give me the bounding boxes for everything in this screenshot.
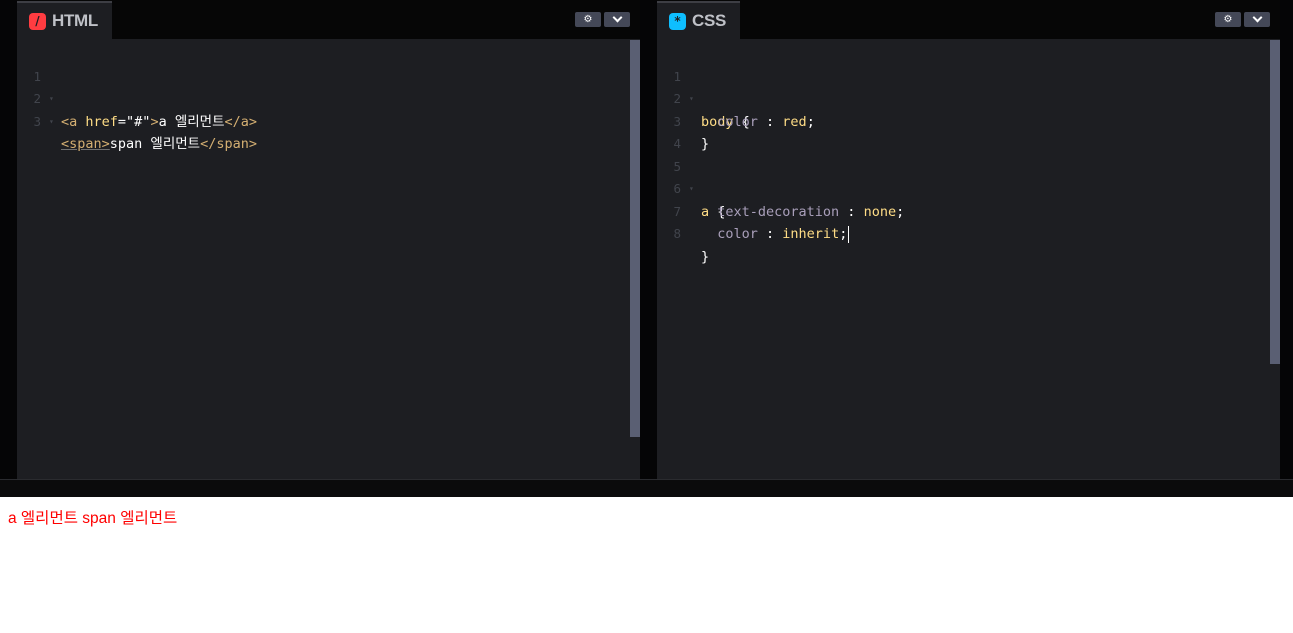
- resize-handle[interactable]: [0, 479, 1293, 497]
- code-text: color : inherit;: [701, 225, 850, 243]
- text-cursor: [848, 225, 850, 243]
- chevron-down-icon: [612, 12, 622, 23]
- css-settings-button[interactable]: ⚙: [1215, 12, 1241, 27]
- line-number: 3: [33, 113, 41, 129]
- editor-area: / HTML ⚙ 1 ▾ <a href="#">a 엘리먼트</a> 2 ▾ …: [0, 0, 1293, 479]
- tab-css-label: CSS: [692, 11, 727, 30]
- html-slash-icon: /: [29, 12, 46, 30]
- css-editor-panel: * CSS ⚙ 1 ▾ body { 2 color : red; 3} 4 …: [657, 0, 1280, 479]
- tab-html[interactable]: / HTML: [17, 1, 113, 39]
- html-scrollbar[interactable]: [630, 40, 640, 437]
- code-text: }: [701, 248, 710, 265]
- tab-css[interactable]: * CSS: [657, 1, 741, 39]
- code-line: 1 ▾ body {: [657, 43, 1270, 130]
- css-scrollbar[interactable]: [1270, 40, 1280, 364]
- code-line: 8 }: [657, 201, 1270, 265]
- code-text: <span>span 엘리먼트</span>: [61, 136, 258, 152]
- code-line: 5 ▾ a {: [657, 133, 1270, 220]
- css-panel-header: * CSS ⚙: [657, 0, 1280, 39]
- html-dropdown-button[interactable]: [604, 12, 630, 27]
- html-code-editor[interactable]: 1 ▾ <a href="#">a 엘리먼트</a> 2 ▾ <span>spa…: [17, 43, 630, 479]
- html-editor-panel: / HTML ⚙ 1 ▾ <a href="#">a 엘리먼트</a> 2 ▾ …: [17, 0, 640, 479]
- code-line: 1 ▾ <a href="#">a 엘리먼트</a>: [17, 43, 630, 130]
- code-line: 7 color : inherit;: [657, 178, 1270, 243]
- gear-icon: ⚙: [1223, 14, 1233, 25]
- gear-icon: ⚙: [583, 14, 593, 25]
- code-line: 4: [657, 111, 1270, 151]
- css-dropdown-button[interactable]: [1244, 12, 1270, 27]
- tab-html-label: HTML: [52, 11, 99, 30]
- code-line: 2 color : red;: [657, 66, 1270, 130]
- html-settings-button[interactable]: ⚙: [575, 12, 601, 27]
- line-number: 8: [673, 226, 681, 241]
- html-panel-header: / HTML ⚙: [17, 0, 640, 39]
- code-line: 3 }: [657, 88, 1270, 153]
- result-preview-text: a 엘리먼트 span 엘리먼트: [8, 510, 178, 527]
- code-line: 2 ▾ <span>span 엘리먼트</span>: [17, 66, 630, 152]
- code-text: <a href="#">a 엘리먼트</a>: [61, 113, 258, 130]
- css-code-editor[interactable]: 1 ▾ body { 2 color : red; 3 } 4 5 ▾ a {: [657, 43, 1270, 479]
- code-line: 3: [17, 88, 630, 129]
- css-asterisk-icon: *: [669, 12, 686, 30]
- chevron-down-icon: [1252, 12, 1262, 23]
- code-line: 6 text-decoration : none;: [657, 156, 1270, 220]
